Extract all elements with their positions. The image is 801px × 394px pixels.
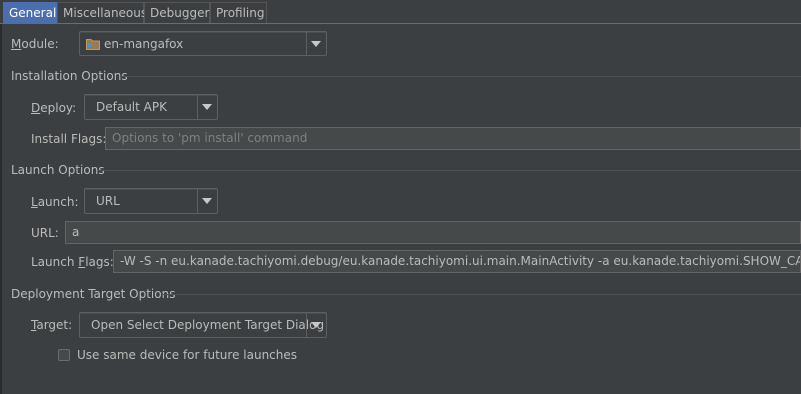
launch-options-separator [100, 170, 801, 171]
target-combobox[interactable]: Open Select Deployment Target Dialog [79, 312, 327, 338]
launch-value: URL [96, 194, 120, 208]
tab-debugger-label: Debugger [150, 6, 210, 20]
tab-general[interactable]: General [3, 2, 57, 23]
module-folder-icon [86, 38, 100, 50]
module-value: en-mangafox [104, 36, 184, 51]
tab-miscellaneous-label: Miscellaneous [63, 6, 148, 20]
tab-underline [0, 23, 801, 24]
deploy-combobox[interactable]: Default APK [84, 94, 218, 120]
run-configuration-panel: General Miscellaneous Debugger Profiling… [0, 0, 801, 394]
launch-label: Launch: [31, 195, 79, 209]
launch-options-title: Launch Options [11, 163, 105, 177]
install-flags-label: Install Flags: [31, 132, 107, 146]
target-value: Open Select Deployment Target Dialog [91, 318, 325, 332]
tab-miscellaneous[interactable]: Miscellaneous [57, 2, 148, 23]
installation-options-title: Installation Options [11, 69, 128, 83]
deploy-label: Deploy: [31, 101, 77, 115]
same-device-checkbox[interactable] [58, 349, 70, 361]
launch-combobox-divider [197, 189, 198, 213]
installation-options-separator [120, 76, 801, 77]
module-combobox-divider [306, 32, 307, 55]
module-label: Module: [11, 37, 59, 51]
tab-general-label: General [9, 6, 57, 20]
module-combobox[interactable]: en-mangafox [79, 31, 327, 56]
panel-left-border [0, 24, 2, 394]
target-combobox-divider [306, 313, 307, 337]
deploy-value: Default APK [96, 100, 167, 114]
install-flags-input[interactable]: Options to 'pm install' command [105, 127, 801, 150]
launch-combobox[interactable]: URL [84, 188, 218, 214]
chevron-down-icon[interactable] [311, 322, 321, 328]
url-label: URL: [31, 226, 59, 240]
tab-profiling-label: Profiling [216, 6, 265, 20]
chevron-down-icon[interactable] [202, 198, 212, 204]
launch-flags-label: Launch Flags: [31, 255, 114, 269]
same-device-label[interactable]: Use same device for future launches [77, 348, 297, 362]
tab-bar: General Miscellaneous Debugger Profiling [0, 0, 801, 24]
deployment-target-options-title: Deployment Target Options [11, 287, 176, 301]
chevron-down-icon[interactable] [311, 40, 321, 47]
tab-profiling[interactable]: Profiling [210, 2, 267, 23]
launch-flags-input[interactable]: -W -S -n eu.kanade.tachiyomi.debug/eu.ka… [113, 250, 801, 273]
url-input[interactable]: a [65, 221, 801, 244]
deployment-target-options-separator [162, 294, 801, 295]
target-label: Target: [31, 318, 73, 332]
install-flags-placeholder: Options to 'pm install' command [112, 131, 308, 145]
chevron-down-icon[interactable] [202, 104, 212, 110]
tab-debugger[interactable]: Debugger [144, 2, 210, 23]
deploy-combobox-divider [197, 95, 198, 119]
